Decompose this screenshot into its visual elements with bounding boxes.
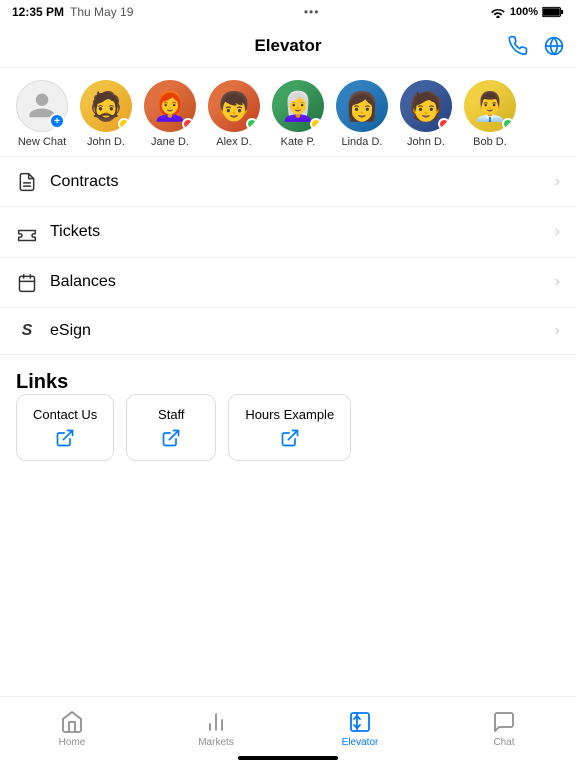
- avatar-jane-d: 👩‍🦰: [144, 80, 196, 132]
- contact-label-kate-p: Kate P.: [281, 136, 316, 148]
- contacts-row: + New Chat 🧔 John D. 👩‍🦰 Jane D. 👦 Alex …: [0, 68, 576, 156]
- bottom-nav: Home Markets Elevator Chat: [0, 696, 576, 768]
- link-staff[interactable]: Staff: [126, 394, 216, 461]
- avatar-linda-d: 👩: [336, 80, 388, 132]
- contracts-chevron: ›: [555, 173, 560, 191]
- tickets-icon: [16, 221, 38, 242]
- balances-icon: [16, 272, 38, 293]
- contracts-icon: [16, 171, 38, 192]
- esign-chevron: ›: [555, 322, 560, 340]
- link-contact-us[interactable]: Contact Us: [16, 394, 114, 461]
- external-link-icon-contact-us: [55, 428, 75, 448]
- contact-label-linda-d: Linda D.: [342, 136, 383, 148]
- nav-elevator[interactable]: Elevator: [325, 710, 395, 748]
- nav-home[interactable]: Home: [37, 710, 107, 748]
- menu-list: Contracts › Tickets › Balances › S eSign…: [0, 156, 576, 355]
- battery-icon: [542, 6, 564, 18]
- external-link-icon-staff: [161, 428, 181, 448]
- contact-kate-p[interactable]: 👩‍🦳 Kate P.: [272, 80, 324, 148]
- esign-label: eSign: [50, 322, 91, 340]
- status-ellipsis: •••: [304, 5, 320, 19]
- contact-new-chat[interactable]: + New Chat: [16, 80, 68, 148]
- contact-linda-d[interactable]: 👩 Linda D.: [336, 80, 388, 148]
- contact-alex-d[interactable]: 👦 Alex D.: [208, 80, 260, 148]
- markets-icon: [204, 710, 228, 734]
- header-actions: [508, 36, 564, 56]
- contact-label-bob-d: Bob D.: [473, 136, 507, 148]
- status-time: 12:35 PM: [12, 5, 64, 19]
- contracts-label: Contracts: [50, 173, 118, 191]
- status-icons: 100%: [490, 6, 564, 18]
- nav-home-label: Home: [59, 737, 86, 748]
- nav-markets-label: Markets: [198, 737, 234, 748]
- contact-john-d[interactable]: 🧔 John D.: [80, 80, 132, 148]
- app-header: Elevator: [0, 24, 576, 68]
- avatar-bob-d: 👨‍💼: [464, 80, 516, 132]
- link-hours-example[interactable]: Hours Example: [228, 394, 351, 461]
- home-indicator: [238, 756, 338, 760]
- esign-icon: S: [16, 322, 38, 340]
- globe-icon[interactable]: [544, 36, 564, 56]
- contact-bob-d[interactable]: 👨‍💼 Bob D.: [464, 80, 516, 148]
- header-title: Elevator: [254, 36, 321, 56]
- link-label-staff: Staff: [158, 407, 185, 422]
- contact-label-john-d: John D.: [87, 136, 125, 148]
- links-grid: Contact Us Staff Hours Example: [16, 394, 560, 461]
- avatar-alex-d: 👦: [208, 80, 260, 132]
- nav-elevator-label: Elevator: [342, 737, 379, 748]
- nav-chat[interactable]: Chat: [469, 710, 539, 748]
- contact-jane-d[interactable]: 👩‍🦰 Jane D.: [144, 80, 196, 148]
- contact-john-d2[interactable]: 🧑 John D.: [400, 80, 452, 148]
- contact-label-jane-d: Jane D.: [151, 136, 189, 148]
- tickets-label: Tickets: [50, 223, 100, 241]
- battery-percent: 100%: [510, 6, 538, 18]
- avatar-kate-p: 👩‍🦳: [272, 80, 324, 132]
- menu-item-tickets[interactable]: Tickets ›: [0, 207, 576, 257]
- avatar-john-d: 🧔: [80, 80, 132, 132]
- elevator-icon: [348, 710, 372, 734]
- balances-label: Balances: [50, 273, 116, 291]
- balances-chevron: ›: [555, 273, 560, 291]
- link-label-hours-example: Hours Example: [245, 407, 334, 422]
- contact-label-john-d2: John D.: [407, 136, 445, 148]
- phone-icon[interactable]: [508, 36, 528, 56]
- external-link-icon-hours: [280, 428, 300, 448]
- links-section: Links Contact Us Staff Hours Example: [0, 355, 576, 469]
- contact-label-new-chat: New Chat: [18, 136, 66, 148]
- home-icon: [60, 710, 84, 734]
- status-date: Thu May 19: [70, 5, 133, 19]
- new-chat-avatar: +: [16, 80, 68, 132]
- nav-chat-label: Chat: [493, 737, 514, 748]
- avatar-john-d2: 🧑: [400, 80, 452, 132]
- new-chat-badge: +: [49, 113, 65, 129]
- link-label-contact-us: Contact Us: [33, 407, 97, 422]
- menu-item-esign[interactable]: S eSign ›: [0, 308, 576, 355]
- wifi-icon: [490, 6, 506, 18]
- menu-item-balances[interactable]: Balances ›: [0, 258, 576, 308]
- menu-item-contracts[interactable]: Contracts ›: [0, 157, 576, 207]
- tickets-chevron: ›: [555, 223, 560, 241]
- contact-label-alex-d: Alex D.: [216, 136, 251, 148]
- status-bar: 12:35 PM Thu May 19 ••• 100%: [0, 0, 576, 24]
- links-title: Links: [16, 371, 68, 393]
- nav-markets[interactable]: Markets: [181, 710, 251, 748]
- chat-icon: [492, 710, 516, 734]
